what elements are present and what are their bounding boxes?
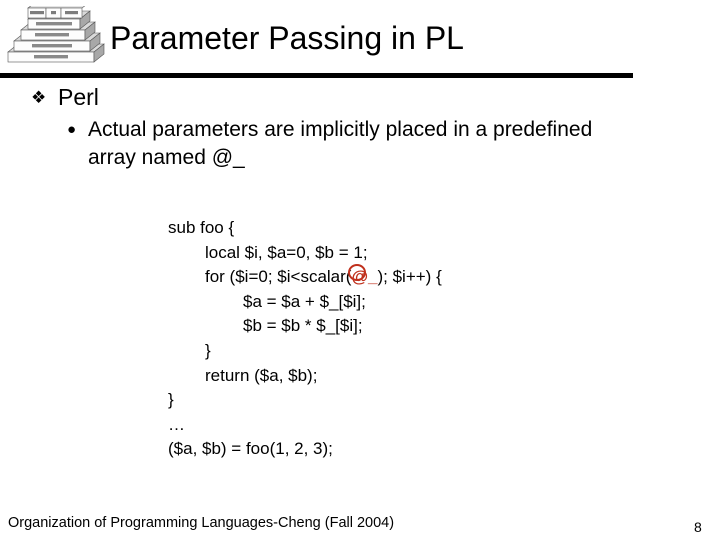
round-bullet-icon: ● — [67, 121, 77, 138]
page-title: Parameter Passing in PL — [110, 20, 464, 56]
code-line: sub foo { — [0, 216, 720, 241]
code-line: } — [0, 339, 720, 364]
code-text: local $i, $a=0, $b = 1; — [205, 242, 368, 262]
code-text: ); $i++) { — [377, 267, 442, 287]
bullet-level1-perl: ❖ Perl — [0, 82, 720, 113]
code-line: return ($a, $b); — [0, 364, 720, 389]
footer-course-label: Organization of Programming Languages-Ch… — [8, 515, 395, 531]
code-line: for ($i=0; $i<scalar(@_); $i++) { — [0, 264, 720, 290]
code-text: } — [168, 390, 174, 410]
slide-header: Parameter Passing in PL — [0, 0, 720, 80]
code-line: local $i, $a=0, $b = 1; — [0, 241, 720, 266]
code-line: ($a, $b) = foo(1, 2, 3); — [0, 437, 720, 462]
bullet-level2-actual-parameters: ● Actual parameters are implicitly place… — [0, 116, 720, 172]
code-text: ($a, $b) = foo(1, 2, 3); — [168, 439, 333, 459]
perl-code-example: sub foo {local $i, $a=0, $b = 1; for ($i=… — [0, 216, 720, 462]
code-text: $b = $b * $_[$i]; — [243, 316, 363, 336]
code-text: } — [205, 340, 211, 360]
code-text: for ($i=0; $i<scalar( — [205, 267, 352, 287]
code-line: $b = $b * $_[$i]; — [0, 314, 720, 339]
code-line: $a = $a + $_[$i]; — [0, 290, 720, 315]
code-line: … — [0, 413, 720, 438]
bullet-level2-label: Actual parameters are implicitly placed … — [88, 118, 593, 169]
highlight-text: @_ — [351, 267, 378, 287]
code-text: … — [168, 414, 185, 434]
page-number: 8 — [694, 519, 702, 535]
code-text: $a = $a + $_[$i]; — [243, 291, 366, 311]
programming-language-layers-pyramid-logo — [4, 6, 108, 70]
diamond-bullet-icon: ❖ — [31, 88, 47, 107]
code-text: return ($a, $b); — [205, 365, 318, 385]
logo-svg — [7, 6, 105, 63]
code-line: } — [0, 388, 720, 413]
bullet-level1-label: Perl — [58, 84, 99, 110]
title-divider-rule — [0, 73, 633, 78]
highlighted-at-underscore: @_ — [348, 264, 378, 290]
slide-content: ❖ Perl ● Actual parameters are implicitl… — [0, 82, 720, 172]
code-text: sub foo { — [168, 218, 235, 237]
